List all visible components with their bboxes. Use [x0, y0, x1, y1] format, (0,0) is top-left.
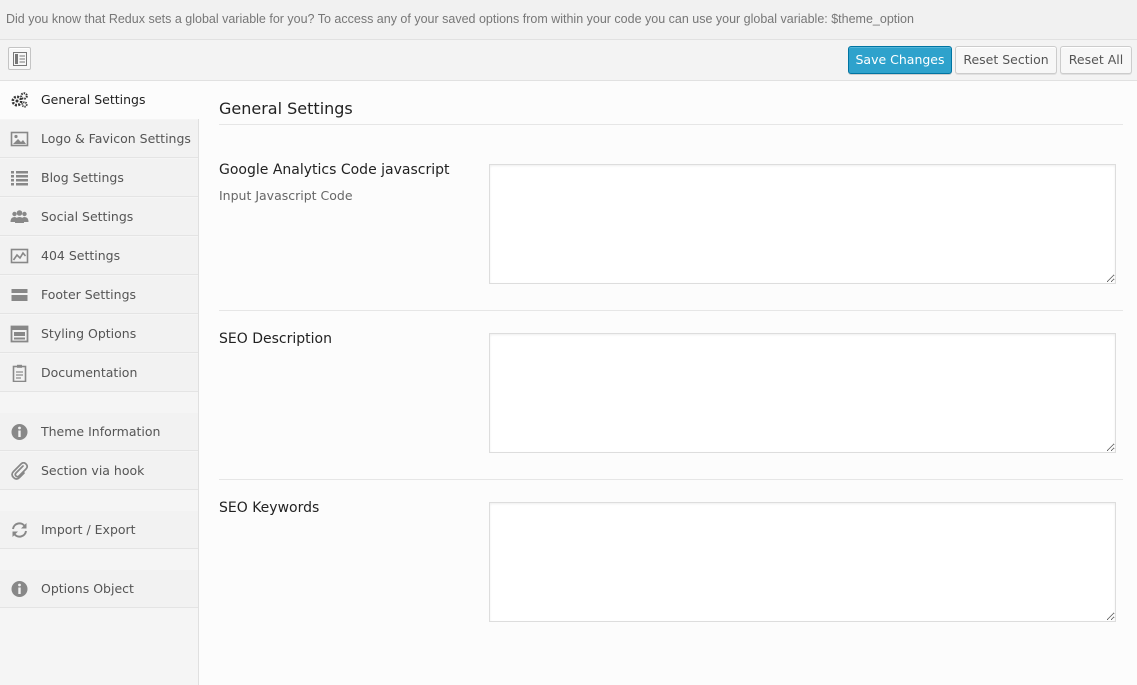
sidebar-item-label: Blog Settings [41, 170, 124, 185]
global-variable-notice: Did you know that Redux sets a global va… [0, 0, 1137, 40]
info-icon [11, 424, 28, 440]
settings-panel: General Settings Google Analytics Code j… [199, 81, 1137, 685]
sidebar-item-label: Section via hook [41, 463, 145, 478]
sidebar-item-logo-favicon[interactable]: Logo & Favicon Settings [0, 120, 198, 158]
sidebar-item-section-via-hook[interactable]: Section via hook [0, 452, 198, 490]
list-icon [11, 171, 28, 186]
clipboard-icon [12, 364, 27, 382]
save-changes-button[interactable]: Save Changes [848, 46, 952, 74]
sidebar-item-label: Social Settings [41, 209, 134, 224]
reset-all-button[interactable]: Reset All [1060, 46, 1132, 74]
expand-panel-button[interactable] [8, 47, 31, 70]
sidebar-item-import-export[interactable]: Import / Export [0, 511, 198, 549]
sidebar-item-label: 404 Settings [41, 248, 121, 263]
sidebar-item-styling-options[interactable]: Styling Options [0, 315, 198, 353]
cogs-icon [11, 92, 28, 108]
sidebar-item-label: Logo & Favicon Settings [41, 131, 191, 146]
info-icon [11, 581, 28, 597]
sidebar-item-options-object[interactable]: Options Object [0, 570, 198, 608]
sidebar-item-404-settings[interactable]: 404 Settings [0, 237, 198, 275]
divider [219, 479, 1123, 480]
sidebar-item-label: Footer Settings [41, 287, 137, 302]
footer-icon [11, 289, 28, 301]
seo-description-textarea[interactable] [489, 333, 1116, 453]
sidebar-item-label: Options Object [41, 581, 134, 596]
section-title: General Settings [219, 99, 353, 118]
google-analytics-label: Google Analytics Code javascript [219, 162, 450, 178]
google-analytics-description: Input Javascript Code [219, 188, 353, 203]
expand-panel-icon [13, 52, 27, 66]
sidebar-item-label: Theme Information [41, 424, 161, 439]
sidebar-item-footer-settings[interactable]: Footer Settings [0, 276, 198, 314]
sidebar: General Settings Logo & Favicon Settings… [0, 81, 199, 685]
group-icon [10, 210, 29, 223]
sidebar-item-label: Documentation [41, 365, 138, 380]
sidebar-item-general-settings[interactable]: General Settings [0, 81, 199, 119]
toolbar: Save Changes Reset Section Reset All [0, 40, 1137, 81]
paperclip-icon [11, 462, 29, 480]
seo-description-label: SEO Description [219, 331, 332, 347]
website-icon [10, 325, 29, 343]
sidebar-item-label: General Settings [41, 92, 146, 107]
seo-keywords-label: SEO Keywords [219, 500, 320, 516]
sidebar-item-theme-information[interactable]: Theme Information [0, 413, 198, 451]
sidebar-item-label: Styling Options [41, 326, 137, 341]
sidebar-item-documentation[interactable]: Documentation [0, 354, 198, 392]
sidebar-item-label: Import / Export [41, 522, 136, 537]
chart-icon [10, 248, 29, 264]
picture-icon [10, 131, 29, 147]
sidebar-item-blog-settings[interactable]: Blog Settings [0, 159, 198, 197]
seo-keywords-textarea[interactable] [489, 502, 1116, 622]
divider [219, 310, 1123, 311]
google-analytics-textarea[interactable] [489, 164, 1116, 284]
refresh-icon [12, 522, 27, 538]
sidebar-item-social-settings[interactable]: Social Settings [0, 198, 198, 236]
reset-section-button[interactable]: Reset Section [955, 46, 1057, 74]
divider [219, 124, 1123, 125]
